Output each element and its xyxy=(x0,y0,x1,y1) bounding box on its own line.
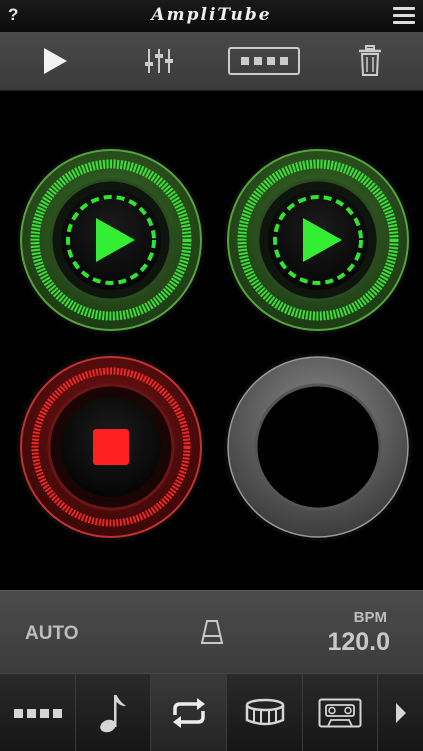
toolbar xyxy=(0,32,423,91)
cassette-icon xyxy=(318,698,362,727)
looper-area xyxy=(0,91,423,589)
nav-more-button[interactable] xyxy=(378,674,423,751)
nav-recorder[interactable] xyxy=(303,674,378,751)
track-view-button[interactable] xyxy=(226,32,302,90)
nav-song[interactable] xyxy=(76,674,151,751)
delete-button[interactable] xyxy=(352,32,388,90)
status-bar: AUTO BPM 120.0 xyxy=(0,590,423,673)
mixer-button[interactable] xyxy=(136,32,182,90)
bottom-nav xyxy=(0,673,423,751)
bpm-value[interactable]: 120.0 xyxy=(327,628,390,657)
looper-pad-2[interactable] xyxy=(223,145,413,335)
metronome-icon xyxy=(200,620,224,644)
looper-pad-4[interactable] xyxy=(223,352,413,542)
play-all-button[interactable] xyxy=(30,32,80,90)
track-grid-icon xyxy=(13,708,62,718)
mixer-sliders-icon xyxy=(145,49,173,73)
loop-icon xyxy=(172,697,205,728)
trash-icon xyxy=(359,45,381,76)
drum-icon xyxy=(245,698,284,725)
app-logo: AmpliTube xyxy=(151,5,272,25)
nav-tracks[interactable] xyxy=(0,674,76,751)
nav-drums[interactable] xyxy=(227,674,303,751)
menu-icon[interactable] xyxy=(393,7,415,25)
music-note-icon xyxy=(100,694,126,732)
metronome-button[interactable] xyxy=(199,619,225,650)
bpm-label: BPM xyxy=(353,609,387,626)
auto-button[interactable]: AUTO xyxy=(25,623,78,645)
play-icon xyxy=(44,48,67,74)
title-bar: ? AmpliTube xyxy=(0,0,423,33)
chevron-right-icon xyxy=(395,702,406,723)
track-view-icon xyxy=(228,47,300,75)
stop-icon xyxy=(93,429,129,465)
looper-pad-1[interactable] xyxy=(16,145,206,335)
nav-looper[interactable] xyxy=(151,674,227,751)
looper-pad-3[interactable] xyxy=(16,352,206,542)
